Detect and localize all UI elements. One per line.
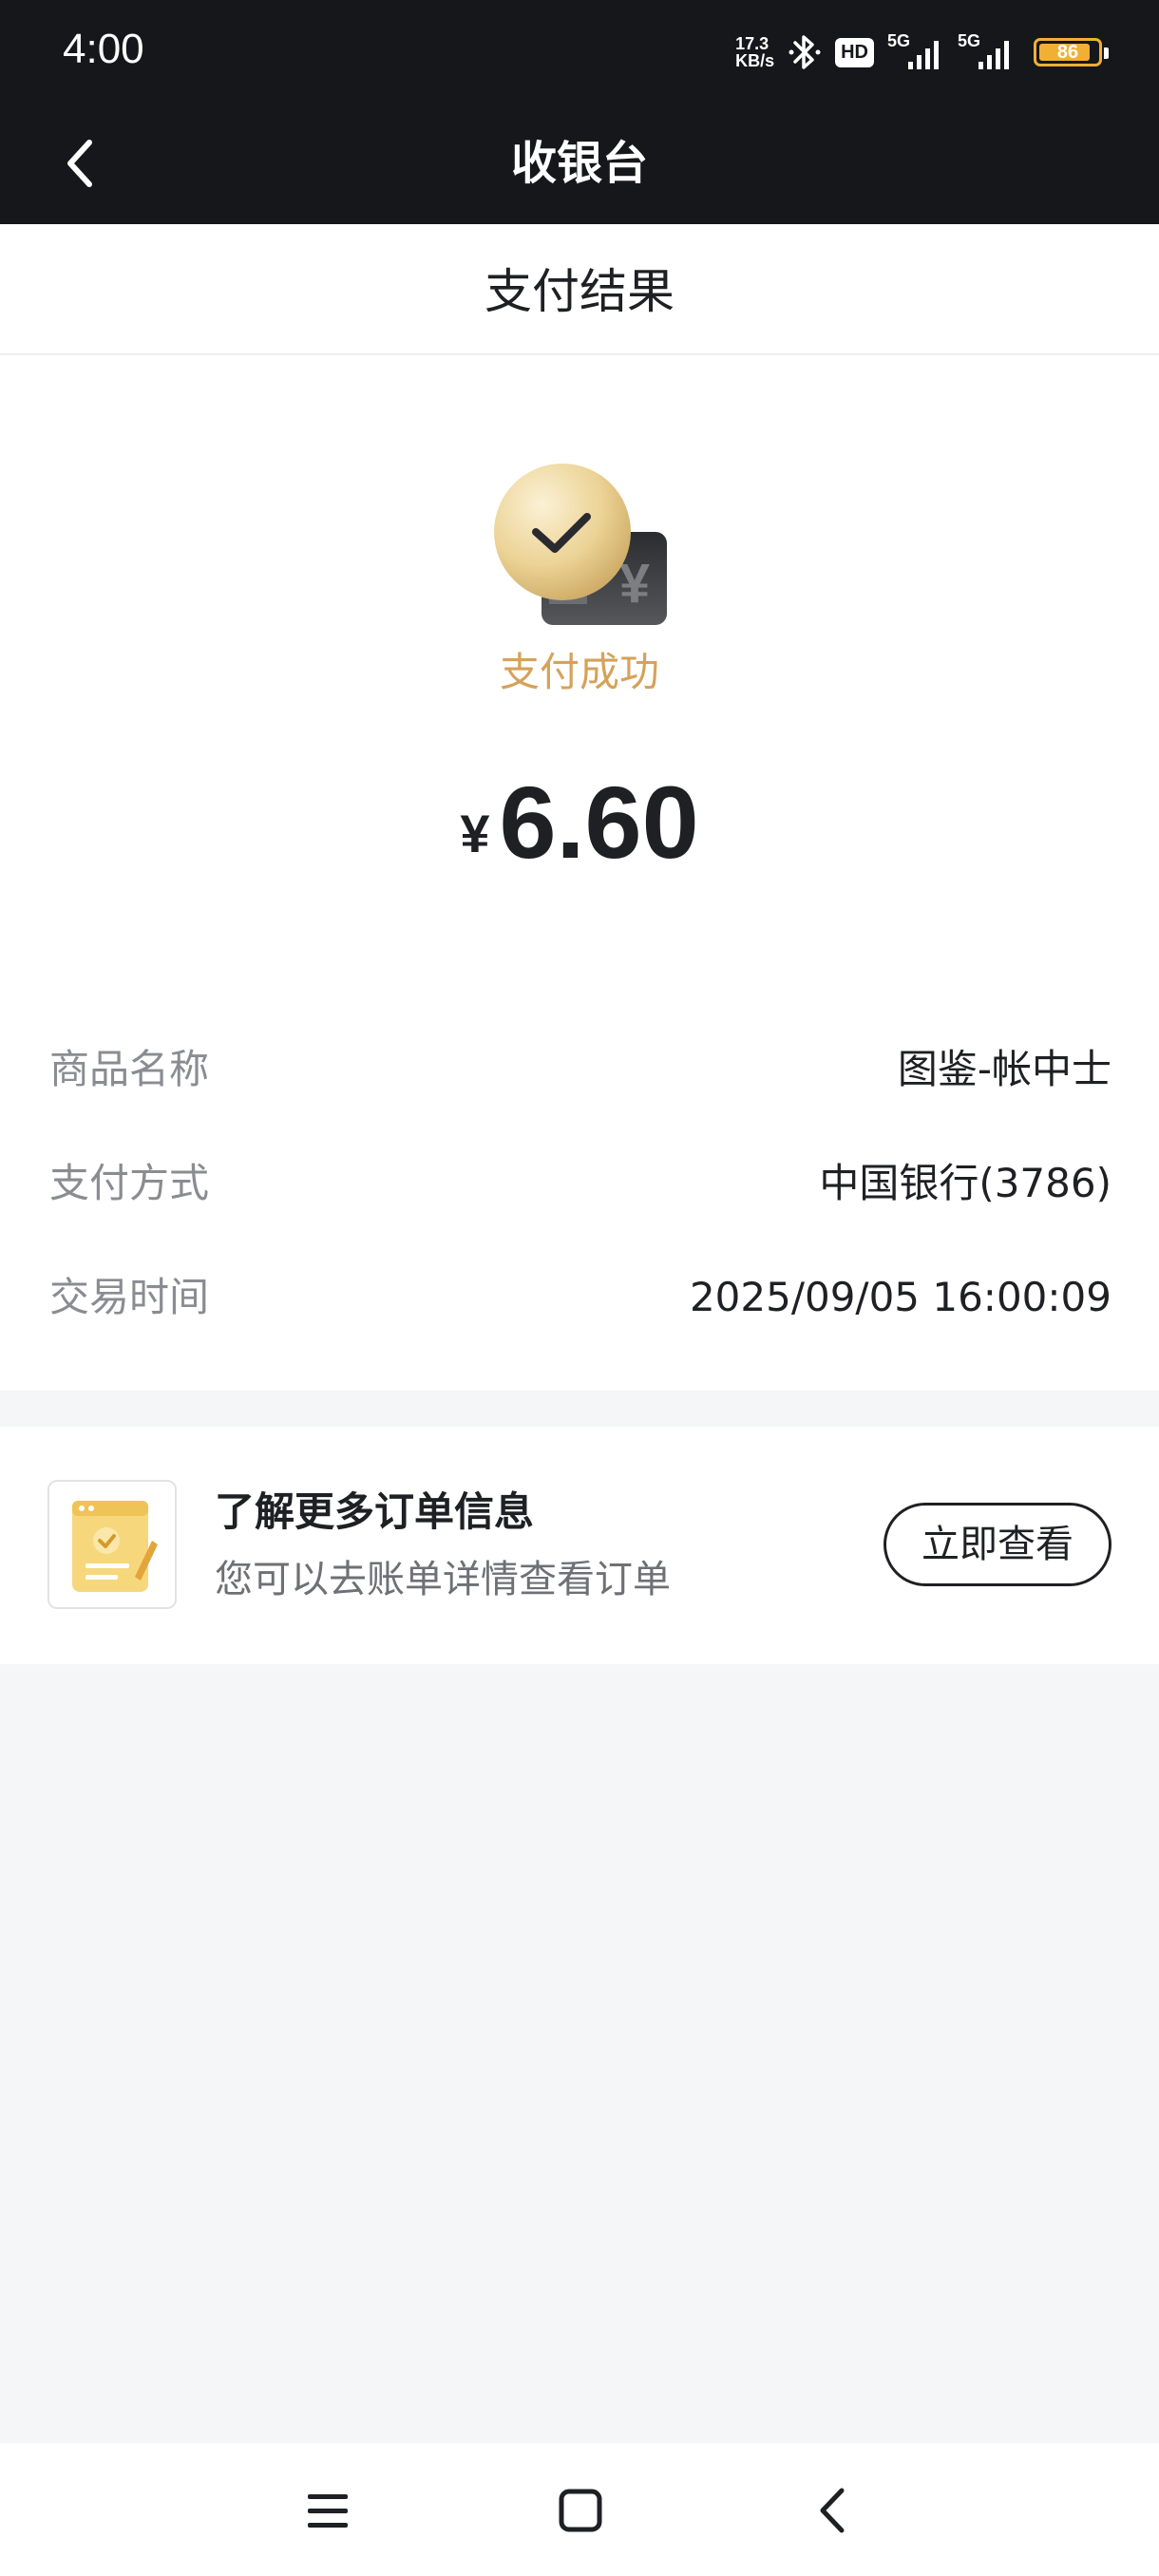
home-button[interactable] xyxy=(547,2477,614,2544)
signal-bars-icon xyxy=(908,41,939,69)
system-back-button[interactable] xyxy=(800,2477,866,2544)
signal-strength-1: 5G xyxy=(887,31,944,73)
order-card-title: 了解更多订单信息 xyxy=(215,1488,535,1535)
signal-bars-icon xyxy=(978,41,1009,69)
status-icons: 17.3 KB/s HD 5G 5G 86 xyxy=(735,28,1109,76)
battery-tip xyxy=(1104,47,1109,59)
menu-button[interactable] xyxy=(294,2477,361,2544)
battery-icon: 86 xyxy=(1034,38,1109,66)
detail-value: 中国银行(3786) xyxy=(819,1160,1112,1206)
order-document-icon xyxy=(48,1480,177,1609)
back-icon xyxy=(820,2488,845,2533)
detail-row-product: 商品名称 图鉴-帐中士 xyxy=(49,1041,1112,1098)
system-nav-bar xyxy=(0,2443,1159,2576)
detail-label: 交易时间 xyxy=(49,1274,210,1320)
page-title: 收银台 xyxy=(510,137,648,190)
bluetooth-icon xyxy=(788,35,821,69)
payment-success-icon: ¥ xyxy=(494,464,667,625)
order-document-graphic xyxy=(72,1501,158,1592)
nav-bar: 收银台 xyxy=(0,99,1159,224)
network-speed-value: 17.3 xyxy=(735,34,770,53)
payment-result-section: 支付结果 ¥ 支付成功 ¥6.60 商品名称 图鉴-帐中士 支付方式 中国银行(… xyxy=(0,224,1159,1391)
order-info-card: 了解更多订单信息 您可以去账单详情查看订单 立即查看 xyxy=(0,1427,1159,1664)
payment-status-text: 支付成功 xyxy=(499,649,659,695)
network-speed: 17.3 KB/s xyxy=(735,35,774,69)
detail-row-transaction-time: 交易时间 2025/09/05 16:00:09 xyxy=(49,1269,1112,1326)
home-icon xyxy=(559,2489,602,2532)
detail-row-payment-method: 支付方式 中国银行(3786) xyxy=(49,1155,1112,1212)
svg-text:¥: ¥ xyxy=(619,553,650,615)
status-time: 4:00 xyxy=(63,26,144,72)
detail-label: 支付方式 xyxy=(49,1160,210,1206)
order-card-subtitle: 您可以去账单详情查看订单 xyxy=(215,1558,671,1601)
battery-level: 86 xyxy=(1056,42,1079,63)
status-bar: 4:00 17.3 KB/s HD 5G 5G 86 xyxy=(0,0,1159,99)
detail-value: 图鉴-帐中士 xyxy=(897,1046,1112,1092)
amount-value: 6.60 xyxy=(499,765,699,880)
detail-value: 2025/09/05 16:00:09 xyxy=(689,1274,1112,1320)
menu-icon xyxy=(308,2494,348,2528)
payment-amount: ¥6.60 xyxy=(0,756,1159,889)
view-now-button[interactable]: 立即查看 xyxy=(884,1503,1112,1586)
divider xyxy=(0,353,1159,355)
network-speed-unit: KB/s xyxy=(735,51,775,70)
signal-strength-2: 5G xyxy=(958,31,1015,73)
currency-symbol: ¥ xyxy=(460,804,490,863)
hd-badge: HD xyxy=(835,37,874,67)
detail-label: 商品名称 xyxy=(49,1046,210,1092)
result-header: 支付结果 xyxy=(484,264,674,319)
